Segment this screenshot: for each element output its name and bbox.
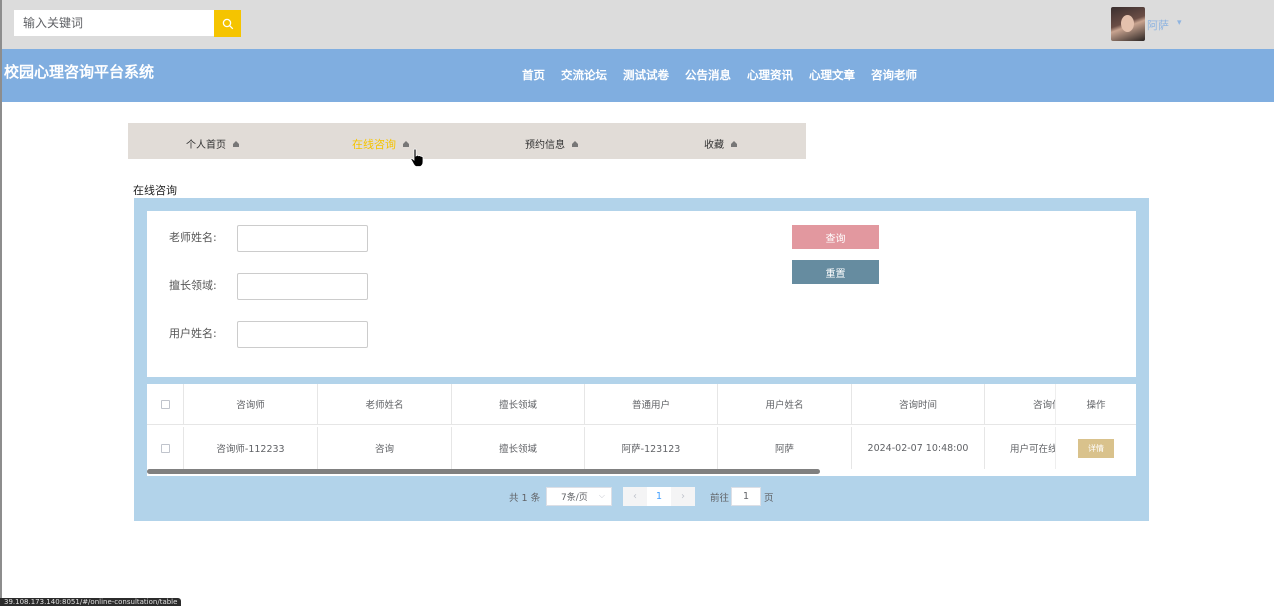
detail-button[interactable]: 详情 [1078,438,1114,458]
page-number-current[interactable]: 1 [647,487,671,506]
menu-item-label: 个人首页 [186,140,226,151]
main-navbar: 校园心理咨询平台系统 首页 交流论坛 测试试卷 公告消息 心理资讯 心理文章 咨… [2,49,1274,102]
prev-page-button[interactable]: ‹ [623,487,647,506]
home-icon [233,140,239,147]
chevron-down-icon: ⌵ [598,491,605,500]
chevron-left-icon: ‹ [633,491,637,502]
goto-page-input[interactable]: 1 [731,487,761,506]
menu-item-profile[interactable]: 个人首页 [186,136,240,151]
reset-button[interactable]: 重置 [792,260,879,284]
nav-home[interactable]: 首页 [522,67,545,83]
nav-psych-news[interactable]: 心理资讯 [747,67,793,83]
menu-item-online-consult[interactable]: 在线咨询 [352,136,410,152]
cell-user-name: 阿萨 [718,427,852,469]
user-center-menu: 个人首页 在线咨询 预约信息 收藏 [128,123,806,159]
section-title: 在线咨询 [133,184,177,197]
nav-tests[interactable]: 测试试卷 [623,67,669,83]
menu-item-appointments[interactable]: 预约信息 [525,136,579,151]
goto-prefix: 前往 [710,493,730,504]
nav-counselors[interactable]: 咨询老师 [871,67,917,83]
column-header: 咨询时间 [852,384,985,424]
cell-teacher-name: 咨询 [318,427,452,469]
column-header: 咨询师 [184,384,318,424]
chevron-right-icon: › [681,491,685,502]
page-size-select[interactable]: 7条/页 ⌵ [546,487,612,506]
menu-item-favorites[interactable]: 收藏 [704,136,738,151]
chevron-down-icon[interactable]: ▾ [1177,18,1182,28]
teacher-name-input[interactable] [237,225,368,252]
menu-item-label: 预约信息 [525,140,565,151]
column-header: 用户姓名 [718,384,852,424]
home-icon [403,141,409,147]
pagination-total: 共 1 条 [509,493,541,504]
row-select-cell [147,427,184,469]
search-button[interactable] [214,10,241,37]
column-header: 擅长领域 [452,384,585,424]
cell-counselor: 咨询师-112233 [184,427,318,469]
select-all-cell [147,384,184,424]
status-bar-url: 39.108.173.140:8051/#/online-consultatio… [0,598,182,606]
nav-psych-articles[interactable]: 心理文章 [809,67,855,83]
column-header-actions: 操作 [1055,384,1136,424]
specialty-label: 擅长领域: [169,279,217,292]
nav-links: 首页 交流论坛 测试试卷 公告消息 心理资讯 心理文章 咨询老师 [522,67,933,83]
cell-specialty: 擅长领域 [452,427,585,469]
cell-actions: 详情 [1055,427,1136,469]
cell-regular-user: 阿萨-123123 [585,427,718,469]
specialty-input[interactable] [237,273,368,300]
table-header-row: 咨询师 老师姓名 擅长领域 普通用户 用户姓名 咨询时间 咨询信 操作 [147,384,1136,425]
user-name-input[interactable] [237,321,368,348]
page-size-value: 7条/页 [561,493,588,503]
user-name-label: 用户姓名: [169,327,217,340]
row-checkbox[interactable] [160,443,170,453]
consultation-table: 咨询师 老师姓名 擅长领域 普通用户 用户姓名 咨询时间 咨询信 操作 咨询师-… [147,384,1136,476]
hand-cursor-icon [410,148,424,167]
column-header: 老师姓名 [318,384,452,424]
nav-forum[interactable]: 交流论坛 [561,67,607,83]
select-all-checkbox[interactable] [160,399,170,409]
query-button[interactable]: 查询 [792,225,879,249]
table-horizontal-scrollbar[interactable] [147,469,820,474]
next-page-button[interactable]: › [671,487,695,506]
search-icon [222,18,233,29]
nav-announcements[interactable]: 公告消息 [685,67,731,83]
menu-item-label: 在线咨询 [352,138,396,151]
username[interactable]: 阿萨 [1147,17,1169,33]
home-icon [731,140,737,147]
home-icon [572,140,578,147]
column-header: 普通用户 [585,384,718,424]
avatar[interactable] [1111,7,1145,41]
cell-consult-time: 2024-02-07 10:48:00 [852,427,985,469]
goto-suffix: 页 [764,493,774,504]
search-input[interactable] [14,10,214,36]
teacher-name-label: 老师姓名: [169,231,217,244]
site-title: 校园心理咨询平台系统 [4,63,155,81]
table-row: 咨询师-112233 咨询 擅长领域 阿萨-123123 阿萨 2024-02-… [147,427,1136,469]
menu-item-label: 收藏 [704,140,724,151]
